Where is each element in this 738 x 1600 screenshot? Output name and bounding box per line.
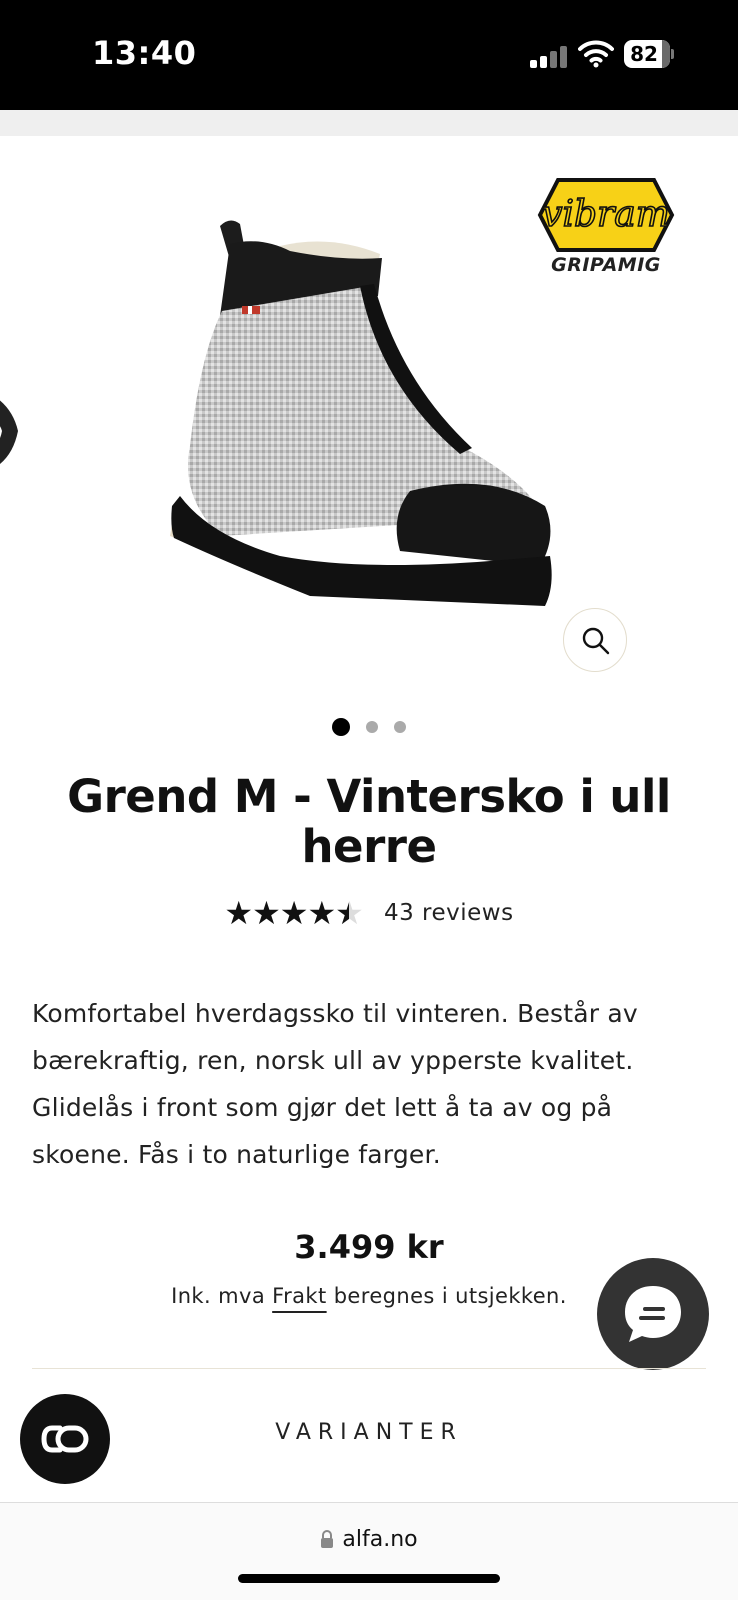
magnifier-icon: [582, 627, 610, 655]
lock-icon: [321, 1530, 334, 1548]
cellular-signal-icon: [530, 46, 570, 68]
url-text: alfa.no: [342, 1527, 418, 1552]
carousel-dot[interactable]: [332, 717, 350, 736]
star-rating: ★★★★★ ★★★★★: [224, 894, 363, 932]
shipping-note: beregnes i utsjekken.: [326, 1284, 567, 1308]
battery-icon: 82: [624, 40, 674, 68]
product-title: Grend M - Vintersko i ull herre: [67, 770, 671, 873]
product-price: 3.499 kr: [294, 1228, 444, 1266]
vibram-wordmark: vibram: [542, 194, 670, 235]
boot-product-image: [170, 220, 552, 606]
shipping-link[interactable]: Frakt: [272, 1284, 326, 1308]
variants-heading[interactable]: VARIANTER: [0, 1420, 738, 1445]
battery-level: 82: [630, 42, 658, 66]
chat-bubble-icon: [625, 1286, 681, 1342]
previous-slide-peek: [0, 400, 18, 464]
chat-button[interactable]: [597, 1258, 709, 1370]
vibram-sub-label: GRIPAMIG: [551, 254, 661, 276]
carousel-dot[interactable]: [366, 720, 378, 733]
url-display[interactable]: alfa.no: [0, 1527, 738, 1552]
carousel-dots: [0, 716, 738, 736]
vibram-badge: vibram GRIPAMIG: [536, 176, 676, 286]
product-image-carousel[interactable]: vibram GRIPAMIG: [0, 136, 738, 696]
review-count-link[interactable]: 43 reviews: [384, 896, 514, 930]
home-indicator[interactable]: [238, 1574, 500, 1583]
section-divider: [32, 1368, 706, 1369]
status-time: 13:40: [92, 34, 197, 72]
vibram-logo-icon: vibram: [537, 178, 675, 252]
vat-note: Ink. mva: [171, 1284, 273, 1308]
carousel-dot[interactable]: [394, 720, 406, 733]
rating-row[interactable]: ★★★★★ ★★★★★ 43 reviews: [0, 896, 738, 930]
header-strip: [0, 110, 738, 136]
zoom-button[interactable]: [563, 608, 627, 672]
wifi-icon: [578, 40, 614, 68]
product-description: Komfortabel hverdagssko til vinteren. Be…: [32, 999, 638, 1169]
browser-address-bar[interactable]: alfa.no: [0, 1502, 738, 1600]
status-bar: 13:40 82: [0, 0, 738, 110]
